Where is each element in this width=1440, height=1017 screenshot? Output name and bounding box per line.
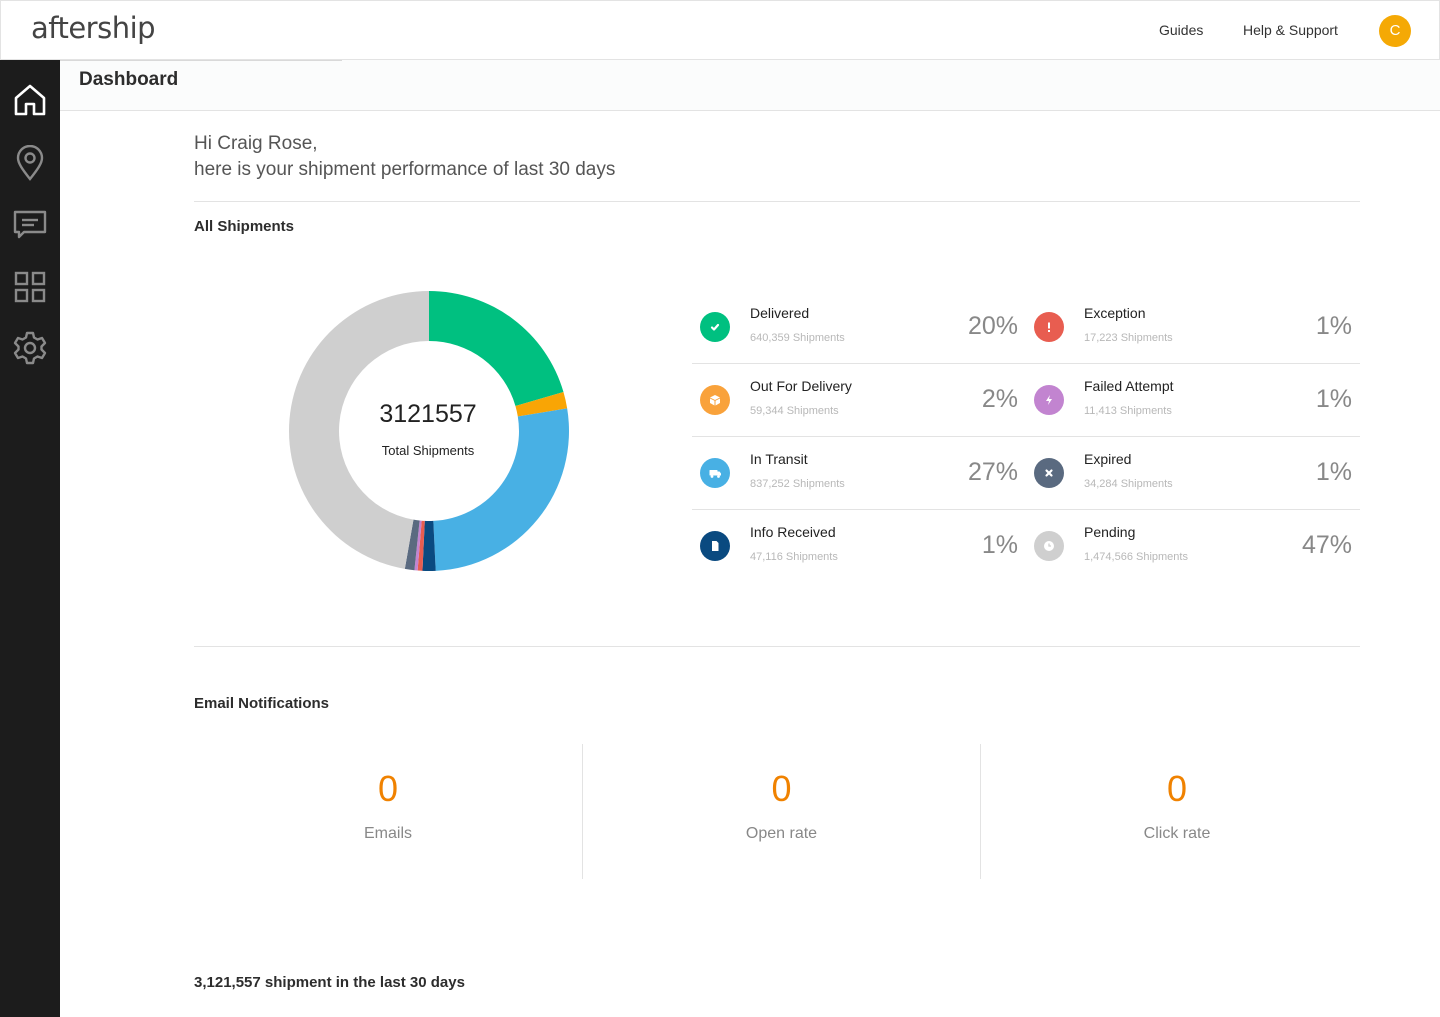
divider: [194, 646, 1360, 647]
status-percentage: 1%: [981, 531, 1018, 559]
shipment-summary: 3,121,557 shipment in the last 30 days: [194, 974, 465, 991]
status-count: 11,413 Shipments: [1084, 405, 1172, 417]
status-name: Pending: [1084, 524, 1136, 540]
status-count: 34,284 Shipments: [1084, 478, 1173, 490]
status-count: 47,116 Shipments: [750, 551, 838, 563]
donut-slice-in-transit[interactable]: [433, 408, 569, 571]
status-percentage: 20%: [967, 312, 1018, 340]
page-header: Dashboard: [60, 60, 1440, 111]
status-count: 59,344 Shipments: [750, 405, 839, 417]
user-avatar[interactable]: C: [1379, 15, 1411, 47]
emails-value: 0: [377, 768, 399, 809]
location-pin-icon: [16, 145, 44, 181]
header-tab-line: [60, 60, 342, 61]
click-rate-value: 0: [1166, 768, 1188, 809]
status-percentage: 27%: [967, 458, 1018, 486]
status-name: Exception: [1084, 305, 1146, 321]
greeting-subtitle: here is your shipment performance of las…: [194, 159, 616, 180]
emails-label: Emails: [363, 825, 412, 842]
click-rate-label: Click rate: [1143, 825, 1211, 842]
email-card-emails: 0 Emails: [194, 744, 582, 879]
sidebar-item-home[interactable]: [0, 70, 60, 130]
x-icon: [1034, 458, 1064, 488]
document-icon: [700, 531, 730, 561]
home-icon: [14, 84, 46, 116]
sidebar-item-notifications[interactable]: [0, 195, 60, 255]
status-info-received[interactable]: Info Received 47,116 Shipments 1%: [692, 510, 1026, 583]
grid-icon: [14, 271, 46, 303]
sidebar-item-settings[interactable]: [0, 318, 60, 378]
shipments-donut-chart: [288, 291, 569, 571]
status-count: 837,252 Shipments: [750, 478, 845, 490]
status-exception[interactable]: Exception 17,223 Shipments 1%: [1026, 291, 1360, 364]
status-percentage: 1%: [1315, 312, 1352, 340]
status-percentage: 1%: [1315, 458, 1352, 486]
truck-icon: [700, 458, 730, 488]
open-rate-value: 0: [771, 768, 792, 809]
guides-link[interactable]: Guides: [1159, 22, 1203, 38]
status-count: 17,223 Shipments: [1084, 332, 1173, 344]
top-bar: aftership Guides Help & Support C: [0, 0, 1440, 60]
status-name: Info Received: [750, 524, 836, 540]
status-name: Failed Attempt: [1084, 378, 1174, 394]
donut-total-label: Total Shipments: [381, 443, 475, 458]
message-icon: [13, 210, 47, 239]
status-expired[interactable]: Expired 34,284 Shipments 1%: [1026, 437, 1360, 510]
sidebar-item-apps[interactable]: [0, 257, 60, 317]
status-delivered[interactable]: Delivered 640,359 Shipments 20%: [692, 291, 1026, 364]
email-notifications-title: Email Notifications: [194, 695, 330, 712]
open-rate-label: Open rate: [745, 825, 818, 842]
greeting: Hi Craig Rose, here is your shipment per…: [194, 131, 615, 183]
exclamation-icon: [1034, 312, 1064, 342]
donut-slice-pending[interactable]: [288, 291, 429, 569]
clock-icon: [1034, 531, 1064, 561]
status-name: Delivered: [750, 305, 810, 321]
check-icon: [700, 312, 730, 342]
status-count: 1,474,566 Shipments: [1084, 551, 1188, 563]
status-in-transit[interactable]: In Transit 837,252 Shipments 27%: [692, 437, 1026, 510]
status-pending[interactable]: Pending 1,474,566 Shipments 47%: [1026, 510, 1360, 583]
lightning-icon: [1034, 385, 1064, 415]
status-name: Expired: [1084, 451, 1132, 467]
status-name: In Transit: [750, 451, 808, 467]
all-shipments-title: All Shipments: [194, 218, 295, 235]
status-row: Delivered 640,359 Shipments 20% Exception 17…: [692, 291, 1360, 364]
greeting-name: Hi Craig Rose,: [194, 133, 318, 154]
sidebar-item-tracking[interactable]: [0, 133, 60, 193]
gear-icon: [13, 331, 47, 365]
status-row: Out For Delivery 59,344 Shipments 2% Failed…: [692, 364, 1360, 437]
status-percentage: 2%: [981, 385, 1018, 413]
email-card-open-rate: 0 Open rate: [583, 744, 980, 879]
aftership-logo[interactable]: aftership: [31, 11, 156, 45]
status-percentage: 1%: [1315, 385, 1352, 413]
donut-slice-delivered[interactable]: [429, 291, 564, 406]
sidebar: [0, 60, 60, 1017]
divider: [194, 201, 1360, 202]
status-name: Out For Delivery: [750, 378, 852, 394]
status-out-for-delivery[interactable]: Out For Delivery 59,344 Shipments 2%: [692, 364, 1026, 437]
status-percentage: 47%: [1301, 531, 1352, 559]
status-row: Info Received 47,116 Shipments 1% Pending 1,…: [692, 510, 1360, 583]
status-failed-attempt[interactable]: Failed Attempt 11,413 Shipments 1%: [1026, 364, 1360, 437]
box-icon: [700, 385, 730, 415]
page-title: Dashboard: [79, 69, 179, 90]
status-row: In Transit 837,252 Shipments 27% Expired 34,…: [692, 437, 1360, 510]
status-count: 640,359 Shipments: [750, 332, 845, 344]
email-card-click-rate: 0 Click rate: [981, 744, 1373, 879]
donut-total-value: 3121557: [379, 400, 477, 428]
help-support-link[interactable]: Help & Support: [1243, 22, 1338, 38]
